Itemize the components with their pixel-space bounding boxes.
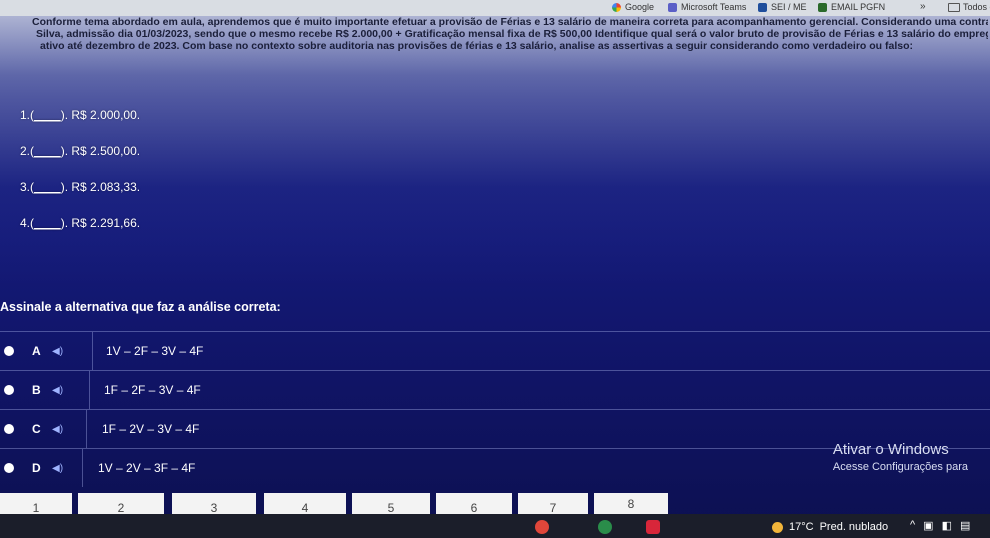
radio-button[interactable]	[4, 424, 14, 434]
assertion-item: 3.(____). R$ 2.083,33.	[20, 180, 141, 194]
radio-button[interactable]	[4, 346, 14, 356]
bookmark-google[interactable]: Google	[612, 2, 654, 12]
show-hidden-icons-button[interactable]: ^	[910, 519, 915, 532]
option-letter: A	[32, 344, 41, 358]
chrome-icon[interactable]	[598, 520, 612, 534]
teams-icon	[668, 2, 677, 12]
bookmark-label: SEI / ME	[771, 2, 807, 12]
google-icon	[612, 2, 621, 12]
folder-icon	[948, 2, 960, 12]
option-letter: C	[32, 422, 41, 436]
weather-description: Pred. nublado	[819, 521, 889, 533]
radio-button[interactable]	[4, 463, 14, 473]
windows-taskbar: 17°C Pred. nublado ^ ▣ ◧ ▤	[0, 514, 990, 538]
statement-line: Silva, admissão dia 01/03/2023, sendo qu…	[36, 28, 988, 40]
answer-prompt: Assinale a alternativa que faz a análise…	[0, 300, 281, 314]
app-icon[interactable]	[535, 520, 549, 534]
all-bookmarks-button[interactable]: Todos o	[948, 2, 990, 12]
bookmark-label: Google	[625, 2, 655, 12]
bookmark-email[interactable]: EMAIL PGFN	[818, 2, 885, 12]
speaker-icon[interactable]: ◀)	[52, 424, 76, 435]
weather-widget[interactable]: 17°C Pred. nublado	[772, 521, 888, 533]
assertion-blank: ____	[34, 108, 61, 122]
option-b[interactable]: B ◀) 1F – 2F – 3V – 4F	[0, 370, 990, 409]
watermark-subtitle: Acesse Configurações para	[832, 461, 968, 473]
option-text: 1F – 2F – 3V – 4F	[104, 383, 201, 397]
assertion-blank: ____	[34, 144, 61, 158]
all-bookmarks-label: Todos o	[963, 2, 990, 12]
divider	[86, 410, 87, 448]
radio-button[interactable]	[4, 385, 14, 395]
option-text: 1V – 2F – 3V – 4F	[106, 344, 204, 358]
assertion-item: 1.(____). R$ 2.000,00.	[20, 108, 141, 122]
statement-line: ativo até dezembro de 2023. Com base no …	[40, 40, 913, 52]
assertion-blank: ____	[34, 216, 61, 230]
bookmark-teams[interactable]: Microsoft Teams	[668, 2, 746, 12]
app-icon[interactable]	[646, 520, 660, 534]
option-text: 1V – 2V – 3F – 4F	[98, 461, 196, 475]
sei-icon	[758, 2, 767, 12]
option-letter: B	[32, 383, 41, 397]
speaker-icon[interactable]: ◀)	[52, 385, 76, 396]
bookmark-label: Microsoft Teams	[681, 2, 747, 12]
option-text: 1F – 2V – 3V – 4F	[102, 422, 200, 436]
notification-icon[interactable]: ▤	[960, 519, 970, 532]
assertion-blank: ____	[34, 180, 61, 194]
bookmark-sei[interactable]: SEI / ME	[758, 2, 807, 12]
assertion-item: 4.(____). R$ 2.291,66.	[20, 216, 141, 230]
email-icon	[818, 2, 827, 12]
watermark-title: Ativar o Windows	[832, 441, 949, 458]
question-statement: Conforme tema abordado em aula, aprendem…	[28, 16, 988, 52]
page-button[interactable]: 8	[594, 493, 668, 515]
question-page: Conforme tema abordado em aula, aprendem…	[0, 16, 990, 506]
divider	[92, 332, 93, 370]
divider	[89, 371, 90, 409]
system-tray: ^ ▣ ◧ ▤	[910, 519, 970, 532]
bookmarks-bar: Google Microsoft Teams SEI / ME EMAIL PG…	[0, 0, 990, 16]
speaker-icon[interactable]: ◀)	[52, 346, 76, 357]
weather-icon	[772, 521, 783, 533]
temperature: 17°C	[789, 521, 814, 533]
statement-line: Conforme tema abordado em aula, aprendem…	[32, 16, 988, 28]
speaker-icon[interactable]: ◀)	[52, 463, 76, 474]
option-a[interactable]: A ◀) 1V – 2F – 3V – 4F	[0, 331, 990, 370]
bookmarks-more-button[interactable]: »	[920, 1, 926, 12]
windows-activation-watermark: Ativar o Windows Acesse Configurações pa…	[833, 441, 968, 473]
assertion-item: 2.(____). R$ 2.500,00.	[20, 144, 141, 158]
option-letter: D	[32, 461, 41, 475]
bookmark-label: EMAIL PGFN	[831, 2, 886, 12]
volume-icon[interactable]: ◧	[942, 519, 952, 532]
divider	[82, 449, 83, 487]
assertion-list: 1.(____). R$ 2.000,00. 2.(____). R$ 2.50…	[20, 108, 140, 252]
network-icon[interactable]: ▣	[923, 519, 933, 532]
